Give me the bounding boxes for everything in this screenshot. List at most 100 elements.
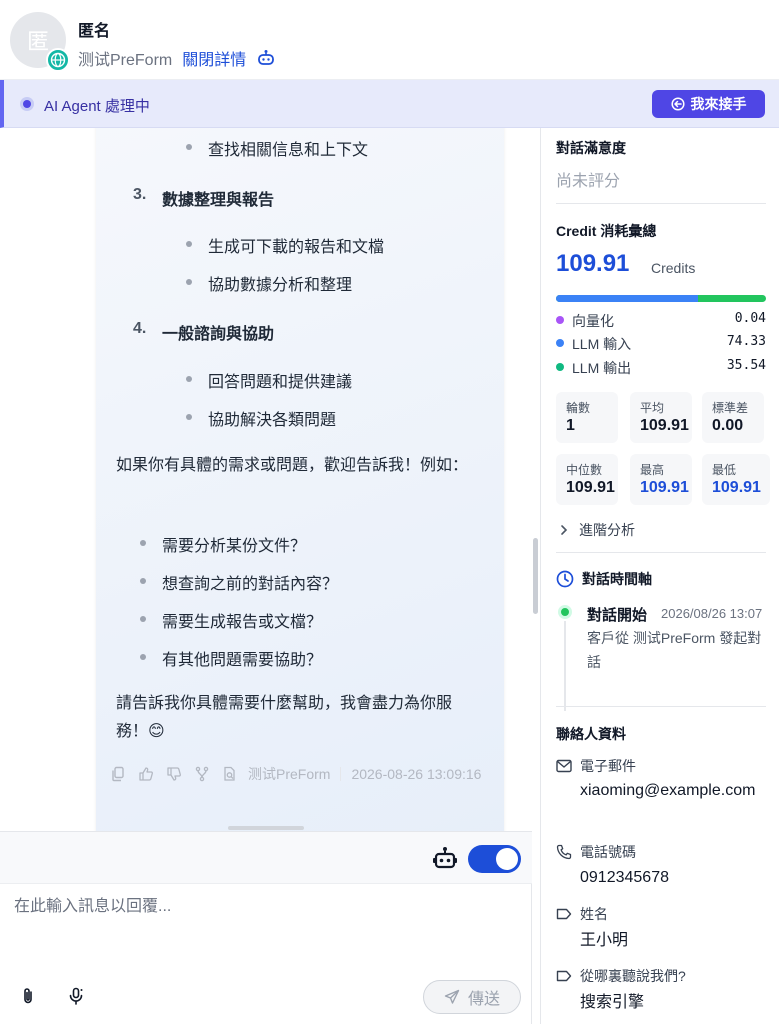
clock-icon — [556, 570, 574, 588]
microphone-icon[interactable] — [66, 986, 86, 1011]
legend-dot — [556, 316, 564, 324]
stat-label: 中位數 — [566, 463, 603, 477]
message-paragraph: 如果你有具體的需求或問題，歡迎告訴我！例如： — [116, 457, 469, 474]
reply-composer: 傳送 — [0, 831, 532, 1024]
paperclip-icon[interactable] — [18, 986, 38, 1011]
legend-dot — [556, 339, 564, 347]
message-timestamp: 2026-08-26 13:09:16 — [351, 766, 482, 782]
timeline-dot — [558, 605, 572, 619]
takeover-button[interactable]: 我來接手 — [652, 90, 765, 118]
field-label: 電話號碼 — [580, 844, 636, 860]
ai-status-text: AI Agent 處理中 — [44, 98, 150, 115]
status-indicator — [20, 97, 34, 111]
phone-value: 0912345678 — [580, 869, 669, 886]
section-number: 4. — [133, 320, 147, 337]
section-number: 3. — [133, 186, 147, 203]
robot-icon[interactable] — [256, 49, 276, 67]
document-search-icon — [220, 764, 240, 784]
resize-handle[interactable] — [228, 826, 304, 830]
takeover-icon — [670, 97, 685, 111]
thumbs-up-icon[interactable] — [136, 764, 156, 784]
timeline-line — [564, 621, 566, 711]
stat-min: 最低 109.91 — [702, 454, 770, 505]
satisfaction-value: 尚未評分 — [556, 173, 621, 190]
contact-field-name: 姓名 — [556, 904, 608, 924]
timeline-event-description: 客戶從 测试PreForm 發起對話 — [587, 630, 762, 670]
stat-value: 109.91 — [640, 479, 689, 496]
stat-rounds: 輪數 1 — [556, 392, 618, 443]
list-bullet — [140, 540, 146, 546]
ai-status-bar: AI Agent 處理中 我來接手 — [0, 80, 779, 128]
stat-value: 109.91 — [712, 479, 761, 496]
credit-bar — [556, 295, 766, 302]
field-label: 電子郵件 — [580, 758, 636, 774]
contact-field-email: 電子郵件 — [556, 756, 636, 776]
stat-label: 平均 — [640, 401, 665, 415]
mail-icon — [556, 759, 572, 773]
copy-icon[interactable] — [108, 764, 128, 784]
conversation-view: 匿 匿名 测试PreForm 關閉詳情 AI Agent 處理中 我來接手 查找… — [0, 0, 779, 1024]
contact-name: 匿名 — [78, 23, 111, 40]
composer-toolbar — [0, 832, 532, 884]
branch-icon[interactable] — [192, 764, 212, 784]
field-label: 姓名 — [580, 906, 608, 922]
chevron-right-icon — [561, 525, 568, 535]
list-bullet — [186, 414, 192, 420]
message-actions: 测试PreForm 2026-08-26 13:09:16 — [108, 764, 481, 784]
phone-icon — [556, 844, 572, 860]
globe-icon — [46, 48, 70, 72]
stat-value: 109.91 — [640, 417, 689, 434]
message-paragraph: 請告訴我你具體需要什麼幫助，我會盡力為你服務！😊 — [116, 695, 453, 740]
message-list[interactable]: 查找相關信息和上下文 3. 數據整理與報告 生成可下載的報告和文檔 協助數據分析… — [0, 128, 532, 831]
list-bullet — [140, 616, 146, 622]
list-item: 回答問題和提供建議 — [208, 374, 353, 391]
stat-label: 最低 — [712, 463, 737, 477]
stat-average: 平均 109.91 — [630, 392, 692, 443]
legend-dot — [556, 363, 564, 371]
reply-input[interactable] — [14, 892, 514, 952]
separator — [340, 767, 342, 781]
stat-value: 0.00 — [712, 417, 744, 434]
divider — [556, 552, 766, 553]
advanced-analysis-toggle[interactable]: 進階分析 — [559, 520, 635, 540]
tag-icon — [556, 970, 572, 982]
source-name: 测试PreForm — [78, 52, 173, 69]
credit-unit: Credits — [651, 260, 696, 276]
credit-title: Credit 消耗彙總 — [556, 223, 657, 239]
contact-info-title: 聯絡人資料 — [556, 726, 626, 742]
thumbs-down-icon[interactable] — [164, 764, 184, 784]
send-button[interactable]: 傳送 — [423, 980, 521, 1014]
header-subtitle: 测试PreForm 關閉詳情 — [78, 46, 276, 70]
list-item: 協助數據分析和整理 — [208, 277, 353, 294]
list-item: 需要生成報告或文檔？ — [162, 614, 323, 631]
ai-agent-toggle[interactable] — [468, 845, 521, 873]
breakdown-value: 35.54 — [726, 358, 766, 373]
field-label: 從哪裏聽說我們? — [580, 968, 686, 984]
tag-icon — [556, 908, 572, 920]
breakdown-value: 0.04 — [734, 311, 766, 326]
advanced-analysis-label: 進階分析 — [579, 522, 635, 538]
contact-field-referral: 從哪裏聽說我們? — [556, 966, 686, 986]
stat-value: 109.91 — [566, 479, 615, 496]
divider — [556, 706, 766, 707]
credit-breakdown-row: LLM 輸出 35.54 — [556, 357, 766, 377]
list-item: 查找相關信息和上下文 — [208, 142, 369, 159]
list-item: 生成可下載的報告和文檔 — [208, 239, 385, 256]
contact-field-phone: 電話號碼 — [556, 842, 636, 862]
close-details-link[interactable]: 關閉詳情 — [182, 46, 246, 70]
send-label: 傳送 — [467, 991, 500, 1008]
list-item: 協助解決各類問題 — [208, 412, 337, 429]
list-item: 需要分析某份文件？ — [162, 538, 307, 555]
section-title: 數據整理與報告 — [162, 192, 275, 209]
robot-icon — [432, 846, 458, 875]
list-bullet — [140, 578, 146, 584]
details-panel: 對話滿意度 尚未評分 Credit 消耗彙總 109.91 Credits 向量… — [540, 128, 779, 1024]
credit-total: 109.91 — [556, 250, 630, 277]
email-value: xiaoming@example.com — [580, 782, 756, 799]
message-source: 测试PreForm — [248, 766, 331, 782]
takeover-label: 我來接手 — [690, 96, 747, 112]
list-bullet — [186, 279, 192, 285]
list-bullet — [186, 376, 192, 382]
chat-scrollbar[interactable] — [533, 538, 538, 614]
name-value: 王小明 — [580, 932, 629, 949]
